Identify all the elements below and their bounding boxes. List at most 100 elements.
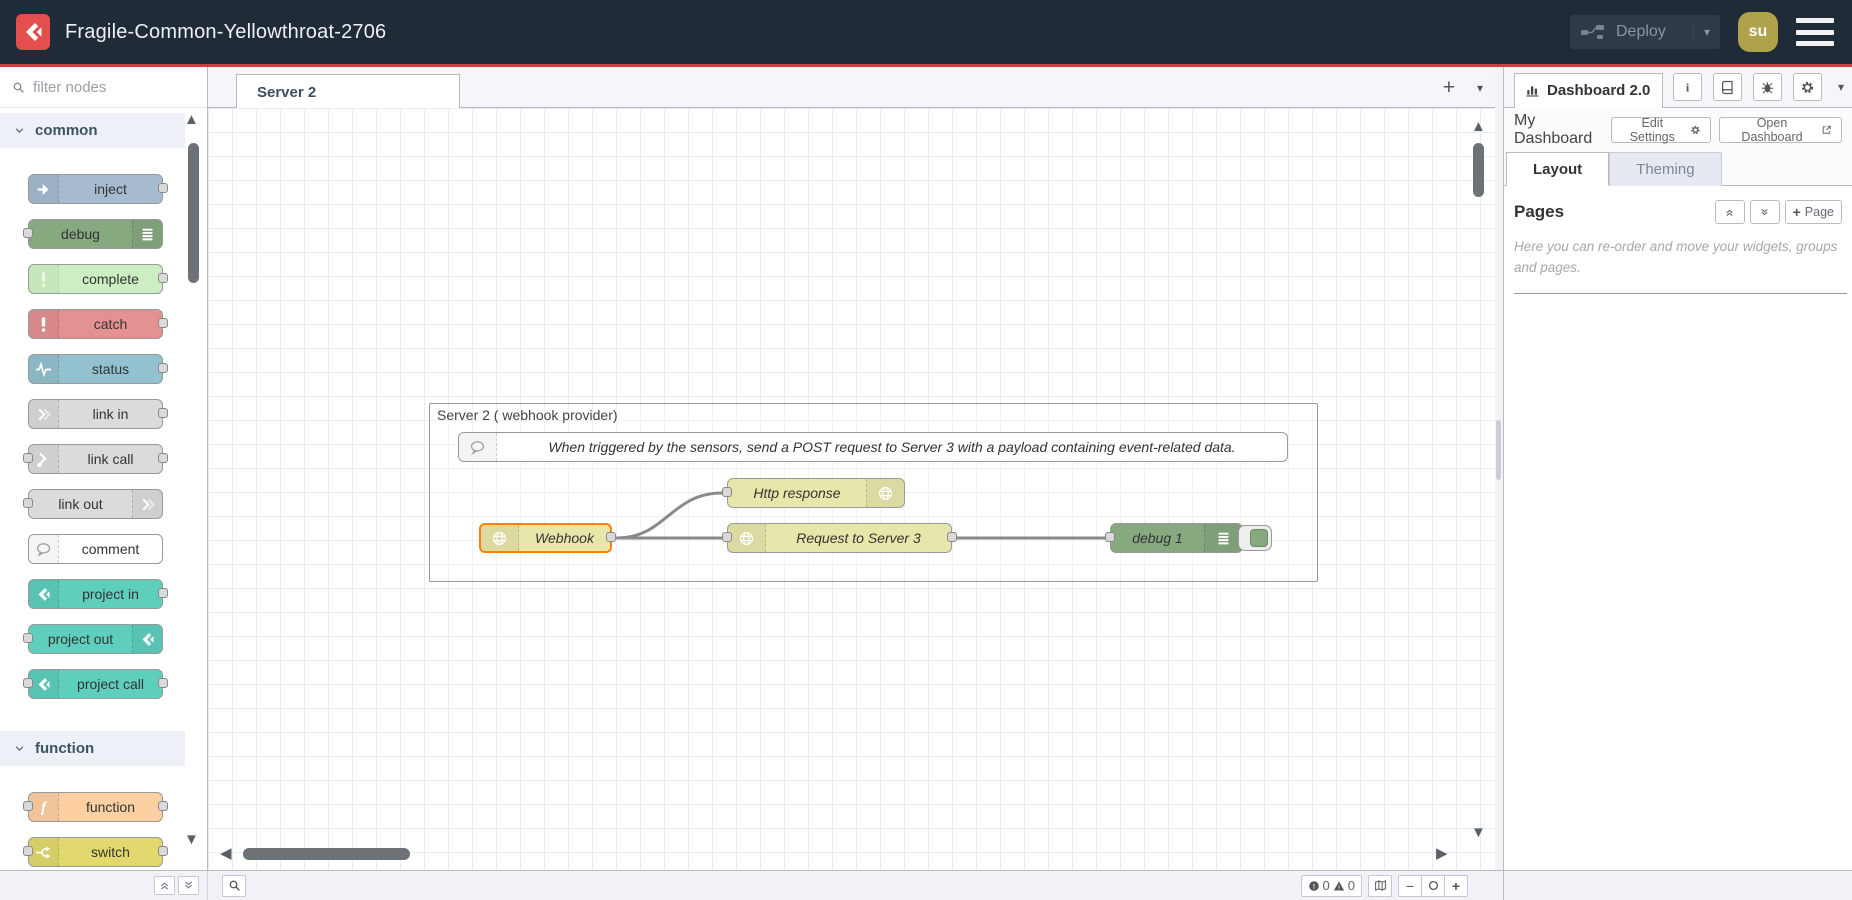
- expand-all-button[interactable]: [1750, 200, 1780, 224]
- config-nodes-button[interactable]: [1793, 73, 1822, 101]
- chevrons-up-icon: [1724, 207, 1735, 218]
- dashboard-title: My Dashboard: [1514, 112, 1611, 148]
- deploy-options-chevron-icon[interactable]: ▾: [1693, 25, 1710, 39]
- output-port[interactable]: [158, 678, 168, 688]
- deploy-button[interactable]: Deploy ▾: [1570, 15, 1720, 49]
- output-port[interactable]: [158, 363, 168, 373]
- palette-scrollbar-thumb[interactable]: [188, 143, 199, 283]
- debug-sidebar-button[interactable]: [1753, 73, 1782, 101]
- link-call-icon: [29, 445, 59, 473]
- palette-node-project-in[interactable]: project in: [28, 579, 163, 609]
- flow-node-webhook[interactable]: Webhook: [479, 523, 612, 553]
- palette-node-status[interactable]: status: [28, 354, 163, 384]
- zoom-reset-button[interactable]: [1421, 875, 1445, 897]
- tab-server-2[interactable]: Server 2: [236, 74, 460, 109]
- output-port[interactable]: [158, 183, 168, 193]
- edit-settings-button[interactable]: Edit Settings: [1611, 117, 1711, 143]
- input-port[interactable]: [23, 801, 33, 811]
- palette-scroll-up-icon[interactable]: ▲: [184, 111, 199, 128]
- canvas-scroll-down-icon[interactable]: ▼: [1471, 824, 1486, 841]
- notifications-status[interactable]: ! 0 ! 0: [1301, 875, 1362, 897]
- add-page-button[interactable]: + Page: [1785, 200, 1842, 224]
- palette-node-debug[interactable]: debug: [28, 219, 163, 249]
- output-port[interactable]: [158, 408, 168, 418]
- info-button[interactable]: i: [1673, 73, 1702, 101]
- palette-node-link-out[interactable]: link out: [28, 489, 163, 519]
- input-port[interactable]: [23, 633, 33, 643]
- canvas-scroll-left-icon[interactable]: ◀: [220, 844, 232, 862]
- palette-category-common[interactable]: common: [0, 113, 185, 148]
- help-button[interactable]: [1713, 73, 1742, 101]
- edit-settings-label: Edit Settings: [1621, 116, 1684, 144]
- switch-icon: [29, 838, 59, 866]
- palette-node-switch[interactable]: switch: [28, 837, 163, 867]
- add-flow-button[interactable]: +: [1443, 77, 1455, 98]
- sidebar-tabs-chevron-icon[interactable]: ▾: [1838, 80, 1844, 94]
- palette-node-project-call[interactable]: project call: [28, 669, 163, 699]
- input-port[interactable]: [23, 228, 33, 238]
- canvas-vscrollbar-thumb[interactable]: [1473, 143, 1484, 197]
- svg-text:i: i: [1686, 80, 1690, 94]
- footer-divider: [1495, 871, 1503, 900]
- canvas-scroll-right-icon[interactable]: ▶: [1436, 844, 1448, 862]
- tab-theming[interactable]: Theming: [1609, 152, 1721, 186]
- output-port[interactable]: [158, 801, 168, 811]
- input-port[interactable]: [1105, 532, 1115, 542]
- flow-node-request-to-server-3[interactable]: Request to Server 3: [727, 523, 952, 553]
- canvas-scroll-up-icon[interactable]: ▲: [1471, 118, 1486, 135]
- palette-node-comment[interactable]: comment: [28, 534, 163, 564]
- output-port[interactable]: [158, 846, 168, 856]
- gear-icon: [1800, 80, 1815, 95]
- wire-0[interactable]: [617, 493, 722, 538]
- flow-node-comment[interactable]: When triggered by the sensors, send a PO…: [458, 432, 1288, 462]
- header: Fragile-Common-Yellowthroat-2706 Deploy …: [0, 0, 1852, 64]
- palette-filter-input[interactable]: [33, 79, 163, 96]
- palette-node-inject[interactable]: inject: [28, 174, 163, 204]
- chevron-down-icon: [14, 125, 25, 136]
- palette-node-link-in[interactable]: link in: [28, 399, 163, 429]
- palette-category-function[interactable]: function: [0, 731, 185, 766]
- open-dashboard-button[interactable]: Open Dashboard: [1719, 117, 1842, 143]
- zoom-in-button[interactable]: +: [1444, 875, 1468, 897]
- sidebar-resize-handle[interactable]: [1495, 67, 1503, 870]
- main-menu-button[interactable]: [1796, 18, 1834, 46]
- flow-node-http-response[interactable]: Http response: [727, 478, 905, 508]
- tab-layout[interactable]: Layout: [1506, 152, 1609, 186]
- debug-toggle-button[interactable]: [1238, 525, 1272, 551]
- output-port[interactable]: [158, 273, 168, 283]
- search-flows-button[interactable]: [222, 875, 246, 897]
- palette-expand-all-button[interactable]: [178, 876, 199, 895]
- canvas-hscrollbar-thumb[interactable]: [243, 848, 410, 860]
- input-port[interactable]: [23, 498, 33, 508]
- palette-scroll-down-icon[interactable]: ▼: [184, 831, 199, 848]
- zoom-out-button[interactable]: −: [1398, 875, 1422, 897]
- toggle-navigator-button[interactable]: [1368, 875, 1392, 897]
- collapse-all-button[interactable]: [1715, 200, 1745, 224]
- input-port[interactable]: [722, 532, 732, 542]
- palette-node-function[interactable]: ffunction: [28, 792, 163, 822]
- palette-node-project-out[interactable]: project out: [28, 624, 163, 654]
- output-port[interactable]: [947, 532, 957, 542]
- input-port[interactable]: [23, 846, 33, 856]
- user-avatar[interactable]: su: [1738, 12, 1778, 52]
- palette-node-complete[interactable]: complete: [28, 264, 163, 294]
- flow-list-chevron-icon[interactable]: ▾: [1477, 81, 1483, 95]
- palette-node-link-call[interactable]: link call: [28, 444, 163, 474]
- app-logo-icon[interactable]: [16, 14, 50, 50]
- chevrons-up-icon: [158, 879, 171, 892]
- output-port[interactable]: [606, 532, 616, 542]
- output-port[interactable]: [158, 588, 168, 598]
- palette-collapse-all-button[interactable]: [154, 876, 175, 895]
- output-port[interactable]: [158, 453, 168, 463]
- input-port[interactable]: [23, 453, 33, 463]
- input-port[interactable]: [722, 487, 732, 497]
- dashboard-header-row: My Dashboard Edit Settings Open Dashboar…: [1504, 108, 1852, 152]
- flow-node-debug-1[interactable]: debug 1: [1110, 523, 1243, 553]
- palette-node-catch[interactable]: catch: [28, 309, 163, 339]
- flow-node-label: Webhook: [519, 525, 610, 551]
- workspace[interactable]: Server 2 ( webhook provider) When trigge…: [208, 108, 1495, 870]
- input-port[interactable]: [23, 678, 33, 688]
- tab-dashboard-2[interactable]: Dashboard 2.0: [1514, 73, 1663, 108]
- map-icon: [1374, 879, 1387, 892]
- output-port[interactable]: [158, 318, 168, 328]
